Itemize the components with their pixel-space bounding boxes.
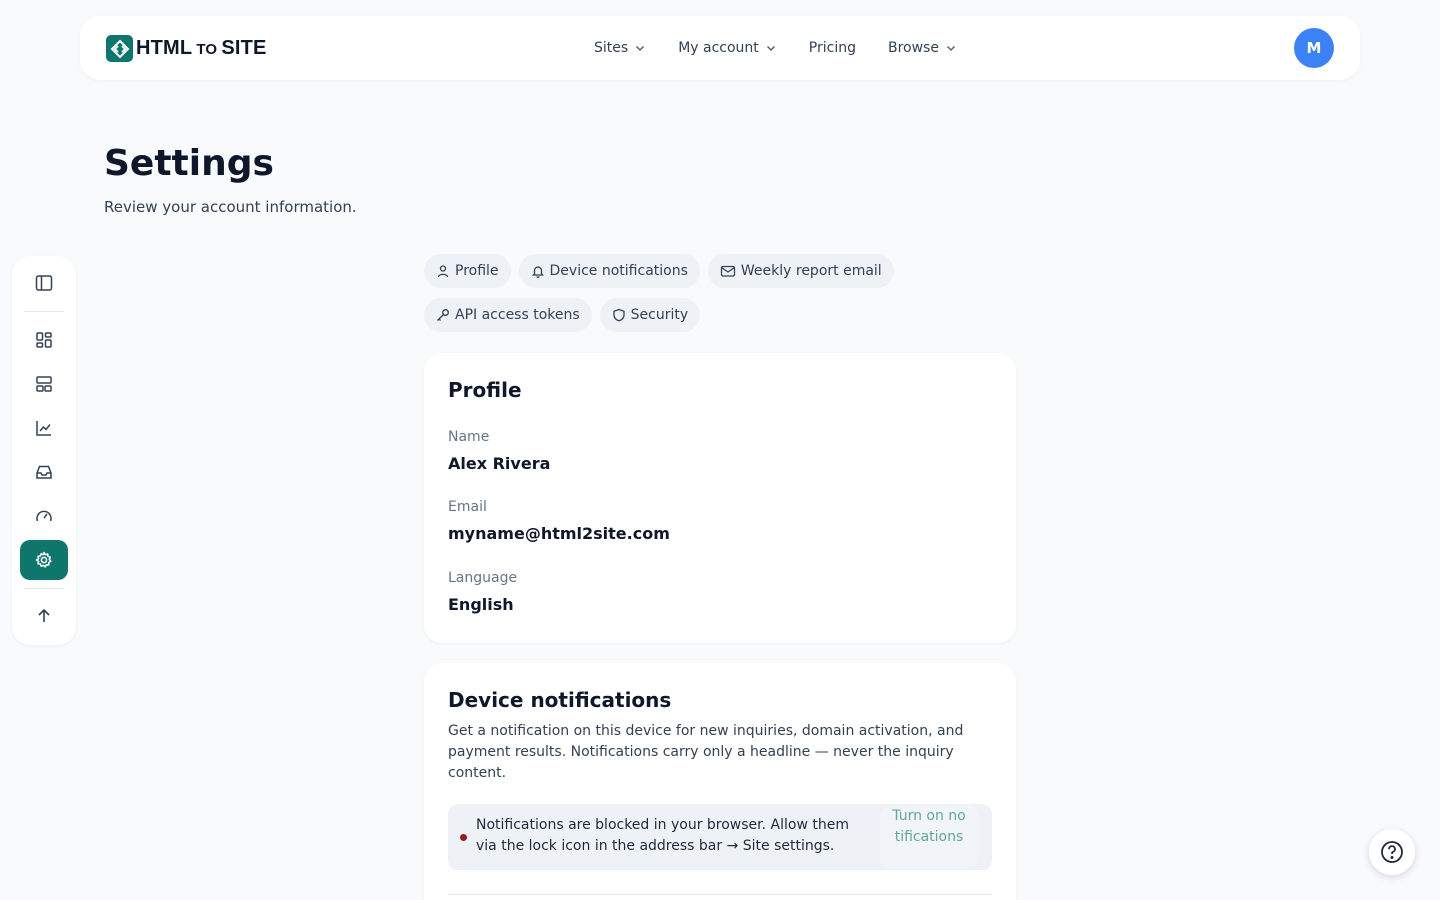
tab-weekly-report-email[interactable]: Weekly report email [707, 254, 894, 288]
page-title: Settings [104, 143, 274, 184]
email-label: Email [448, 499, 487, 515]
gear-icon [35, 551, 52, 568]
nav-my-account-label: My account [678, 40, 759, 56]
turn-on-notifications-button[interactable]: Turn on notifications [880, 806, 978, 868]
nav-browse[interactable]: Browse [888, 40, 957, 56]
user-icon [437, 265, 449, 278]
profile-card: Profile Name Alex Rivera Email myname@ht… [424, 353, 1016, 643]
tab-device-notifications-label: Device notifications [549, 263, 688, 279]
rail-layout-button[interactable] [20, 364, 68, 404]
tab-security[interactable]: Security [599, 298, 701, 332]
rail-divider [24, 588, 64, 589]
user-avatar[interactable]: M [1294, 28, 1334, 68]
mail-icon [720, 265, 736, 277]
device-notifications-card: Device notifications Get a notification … [424, 663, 1016, 900]
email-value: myname@html2site.com [448, 524, 670, 543]
sidebar-panel-icon [35, 275, 53, 291]
nav-sites[interactable]: Sites [594, 40, 646, 56]
side-rail [12, 256, 76, 645]
nav-browse-label: Browse [887, 40, 939, 56]
tab-device-notifications[interactable]: Device notifications [518, 254, 700, 288]
chevron-down-icon [766, 46, 775, 51]
language-value: English [448, 595, 514, 614]
nav-pricing-label: Pricing [808, 40, 856, 56]
toggle-sidebar-button[interactable] [20, 263, 68, 303]
status-dot [460, 834, 467, 841]
inbox-icon [36, 465, 52, 479]
brand-logo[interactable]: HTML TO SITE [106, 35, 267, 62]
rail-performance-button[interactable] [20, 496, 68, 536]
rail-divider [24, 311, 64, 312]
device-notifications-description: Get a notification on this device for ne… [448, 723, 964, 781]
settings-tabs: Profile Device notifications Weekly repo… [424, 254, 1024, 342]
chevron-down-icon [947, 46, 955, 51]
tab-security-label: Security [630, 307, 689, 323]
tab-weekly-report-email-label: Weekly report email [740, 263, 882, 279]
top-navigation-bar: HTML TO SITE Sites My account Pricing Brow… [80, 16, 1360, 80]
name-label: Name [448, 429, 490, 445]
page-subtitle: Review your account information. [104, 198, 357, 216]
line-chart-icon [36, 421, 51, 436]
rail-dashboard-button[interactable] [20, 320, 68, 360]
tab-profile-label: Profile [455, 263, 499, 279]
language-label: Language [448, 570, 518, 586]
nav-my-account[interactable]: My account [678, 40, 777, 56]
scroll-to-top-button[interactable] [20, 596, 68, 636]
main-nav: Sites My account Pricing Browse [594, 16, 957, 80]
tab-api-access-tokens-label: API access tokens [455, 307, 580, 323]
name-value: Alex Rivera [448, 454, 551, 473]
arrow-up-icon [38, 608, 50, 622]
tab-profile[interactable]: Profile [424, 254, 511, 288]
chevron-down-icon [636, 46, 645, 51]
help-circle-icon [1381, 841, 1403, 863]
brand-name: HTML TO SITE [136, 37, 267, 59]
help-button[interactable] [1369, 829, 1415, 875]
shield-icon [613, 308, 625, 322]
layout-icon [36, 376, 52, 392]
rail-inbox-button[interactable] [20, 452, 68, 492]
nav-pricing[interactable]: Pricing [809, 40, 856, 56]
gauge-icon [36, 510, 52, 522]
nav-sites-label: Sites [594, 40, 629, 56]
tab-api-access-tokens[interactable]: API access tokens [424, 298, 592, 332]
key-icon [437, 309, 449, 321]
rail-settings-button[interactable] [20, 540, 68, 580]
dashboard-grid-icon [36, 332, 52, 348]
notifications-blocked-alert: Notifications are blocked in your browse… [448, 804, 992, 870]
bell-icon [531, 266, 544, 278]
alert-message: Notifications are blocked in your browse… [476, 817, 849, 854]
device-notifications-title: Device notifications [448, 688, 672, 712]
rail-analytics-button[interactable] [20, 408, 68, 448]
profile-card-title: Profile [448, 378, 522, 402]
card-divider [448, 894, 992, 895]
brand-logo-icon [106, 35, 133, 62]
